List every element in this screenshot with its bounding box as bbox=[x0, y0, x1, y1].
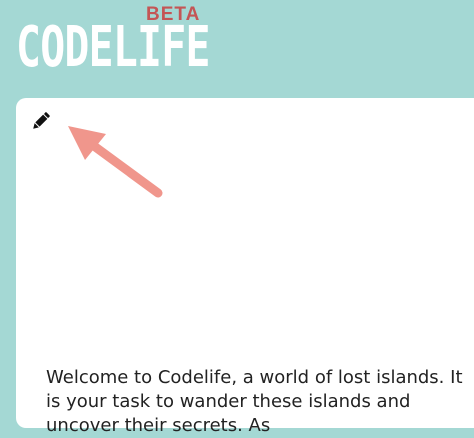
pencil-icon[interactable] bbox=[30, 110, 52, 132]
codelife-logo: CODELIFE BETA bbox=[16, 0, 210, 92]
beta-badge: BETA bbox=[146, 4, 201, 25]
logo-text: CODELIFE bbox=[16, 15, 210, 80]
content-panel: Welcome to Codelife, a world of lost isl… bbox=[16, 98, 474, 436]
welcome-text: Welcome to Codelife, a world of lost isl… bbox=[46, 367, 463, 436]
arrow-pointer-icon bbox=[66, 122, 166, 200]
